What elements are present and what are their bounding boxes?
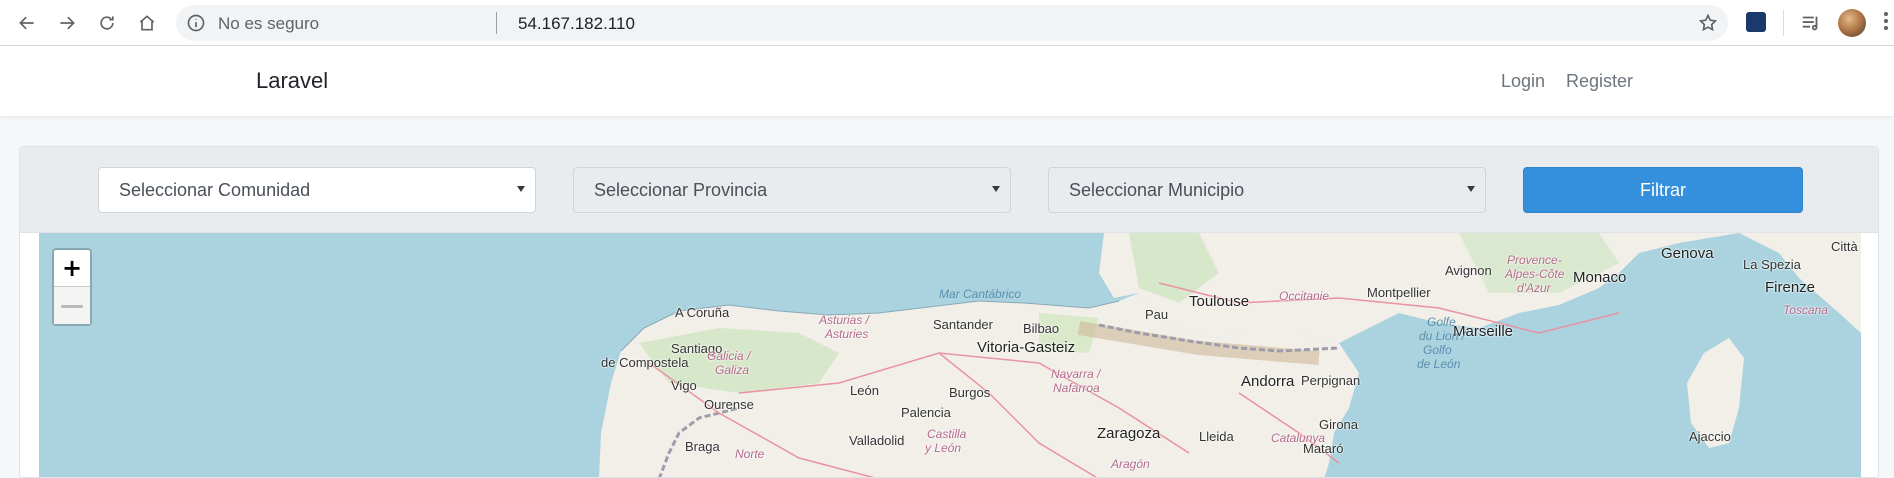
map-label: Montpellier xyxy=(1367,285,1431,300)
map-label: Galicia / xyxy=(707,349,751,363)
municipio-select[interactable]: Seleccionar Municipio xyxy=(1048,167,1486,213)
map-label: Ajaccio xyxy=(1689,429,1731,444)
star-icon[interactable] xyxy=(1698,13,1718,33)
map-label: Mataró xyxy=(1303,441,1344,456)
map-label: León xyxy=(850,383,879,398)
media-queue-icon[interactable] xyxy=(1800,12,1822,34)
map-label: Pau xyxy=(1145,307,1169,322)
map-label: Vitoria-Gasteiz xyxy=(977,339,1076,356)
profile-avatar[interactable] xyxy=(1838,9,1866,37)
map-label: Bilbao xyxy=(1023,321,1060,336)
map-label: Vigo xyxy=(671,378,697,393)
map-label: Lleida xyxy=(1199,429,1234,444)
security-label[interactable]: No es seguro xyxy=(218,14,319,34)
map-label: Palencia xyxy=(901,405,951,420)
map-label: A Coruña xyxy=(675,305,730,320)
map-label: Provence- xyxy=(1507,253,1562,267)
map-label: Girona xyxy=(1319,417,1359,432)
zoom-out-button[interactable]: — xyxy=(54,287,90,324)
map-view[interactable]: + — A Coruña Santiago de Compostela Vigo… xyxy=(39,233,1861,477)
comunidad-select[interactable]: Seleccionar Comunidad xyxy=(98,167,536,213)
more-menu-icon[interactable] xyxy=(1884,12,1890,34)
app-navbar: Laravel Login Register xyxy=(0,46,1894,116)
map-label: y León xyxy=(925,441,962,455)
map-label: d'Azur xyxy=(1517,281,1551,295)
chevron-down-icon xyxy=(1467,186,1475,192)
map-label: Perpignan xyxy=(1301,373,1361,388)
home-icon[interactable] xyxy=(132,8,162,38)
zoom-control: + — xyxy=(52,248,92,326)
address-bar[interactable]: No es seguro 54.167.182.110 xyxy=(176,5,1728,41)
map-label: Toscana xyxy=(1783,303,1828,317)
map-label: Mar Cantábrico xyxy=(939,287,1022,301)
back-icon[interactable] xyxy=(12,8,42,38)
map-label: Ourense xyxy=(704,397,754,412)
map-label: Avignon xyxy=(1445,263,1492,278)
map-label: Genova xyxy=(1661,245,1714,262)
map-label: Castilla xyxy=(927,427,967,441)
map-label: Alpes-Côte xyxy=(1505,267,1565,281)
browser-toolbar: No es seguro 54.167.182.110 xyxy=(0,0,1894,46)
reload-icon[interactable] xyxy=(92,8,122,38)
map-label: Santander xyxy=(933,317,993,332)
comunidad-select-value: Seleccionar Comunidad xyxy=(119,180,311,200)
map-label: Norte xyxy=(735,447,765,461)
provincia-select[interactable]: Seleccionar Provincia xyxy=(573,167,1011,213)
filter-bar: Seleccionar Comunidad Seleccionar Provin… xyxy=(20,147,1878,233)
map-label: du Lion / xyxy=(1419,329,1466,343)
map-card: Seleccionar Comunidad Seleccionar Provin… xyxy=(19,146,1879,478)
register-link[interactable]: Register xyxy=(1566,71,1633,92)
url-text[interactable]: 54.167.182.110 xyxy=(518,14,635,34)
extension-icon[interactable] xyxy=(1746,12,1766,32)
toolbar-divider xyxy=(1783,10,1784,36)
map-label: Golfo xyxy=(1423,343,1452,357)
map-label: Asturies xyxy=(825,327,869,341)
brand-link[interactable]: Laravel xyxy=(256,68,328,94)
map-label: Andorra xyxy=(1241,373,1295,390)
map-label: Burgos xyxy=(949,385,991,400)
map-label: Galiza xyxy=(715,363,750,377)
map-label: Valladolid xyxy=(849,433,905,448)
map-label: Navarra / xyxy=(1051,367,1101,381)
map-label: Aragón xyxy=(1111,457,1150,471)
chevron-down-icon xyxy=(992,186,1000,192)
map-label: Zaragoza xyxy=(1097,425,1161,442)
map-label: Asturias / xyxy=(819,313,870,327)
filter-button[interactable]: Filtrar xyxy=(1523,167,1803,213)
map-label: Nafarroa xyxy=(1053,381,1100,395)
chevron-down-icon xyxy=(517,186,525,192)
login-link[interactable]: Login xyxy=(1501,71,1545,92)
separator xyxy=(496,12,497,34)
map-label: Occitanie xyxy=(1279,289,1330,303)
map-label: Città xyxy=(1831,239,1858,254)
municipio-select-value: Seleccionar Municipio xyxy=(1069,180,1245,200)
provincia-select-value: Seleccionar Provincia xyxy=(594,180,768,200)
map-label: de León xyxy=(1417,357,1461,371)
map-label: Toulouse xyxy=(1189,293,1250,310)
forward-icon[interactable] xyxy=(52,8,82,38)
info-icon[interactable] xyxy=(186,13,206,33)
map-label: de Compostela xyxy=(601,355,689,370)
map-label: Monaco xyxy=(1573,269,1627,286)
map-label: Braga xyxy=(685,439,720,454)
map-label: La Spezia xyxy=(1743,257,1801,272)
map-label: Golfe xyxy=(1427,315,1456,329)
map-label: Firenze xyxy=(1765,279,1816,296)
zoom-in-button[interactable]: + xyxy=(54,250,90,287)
